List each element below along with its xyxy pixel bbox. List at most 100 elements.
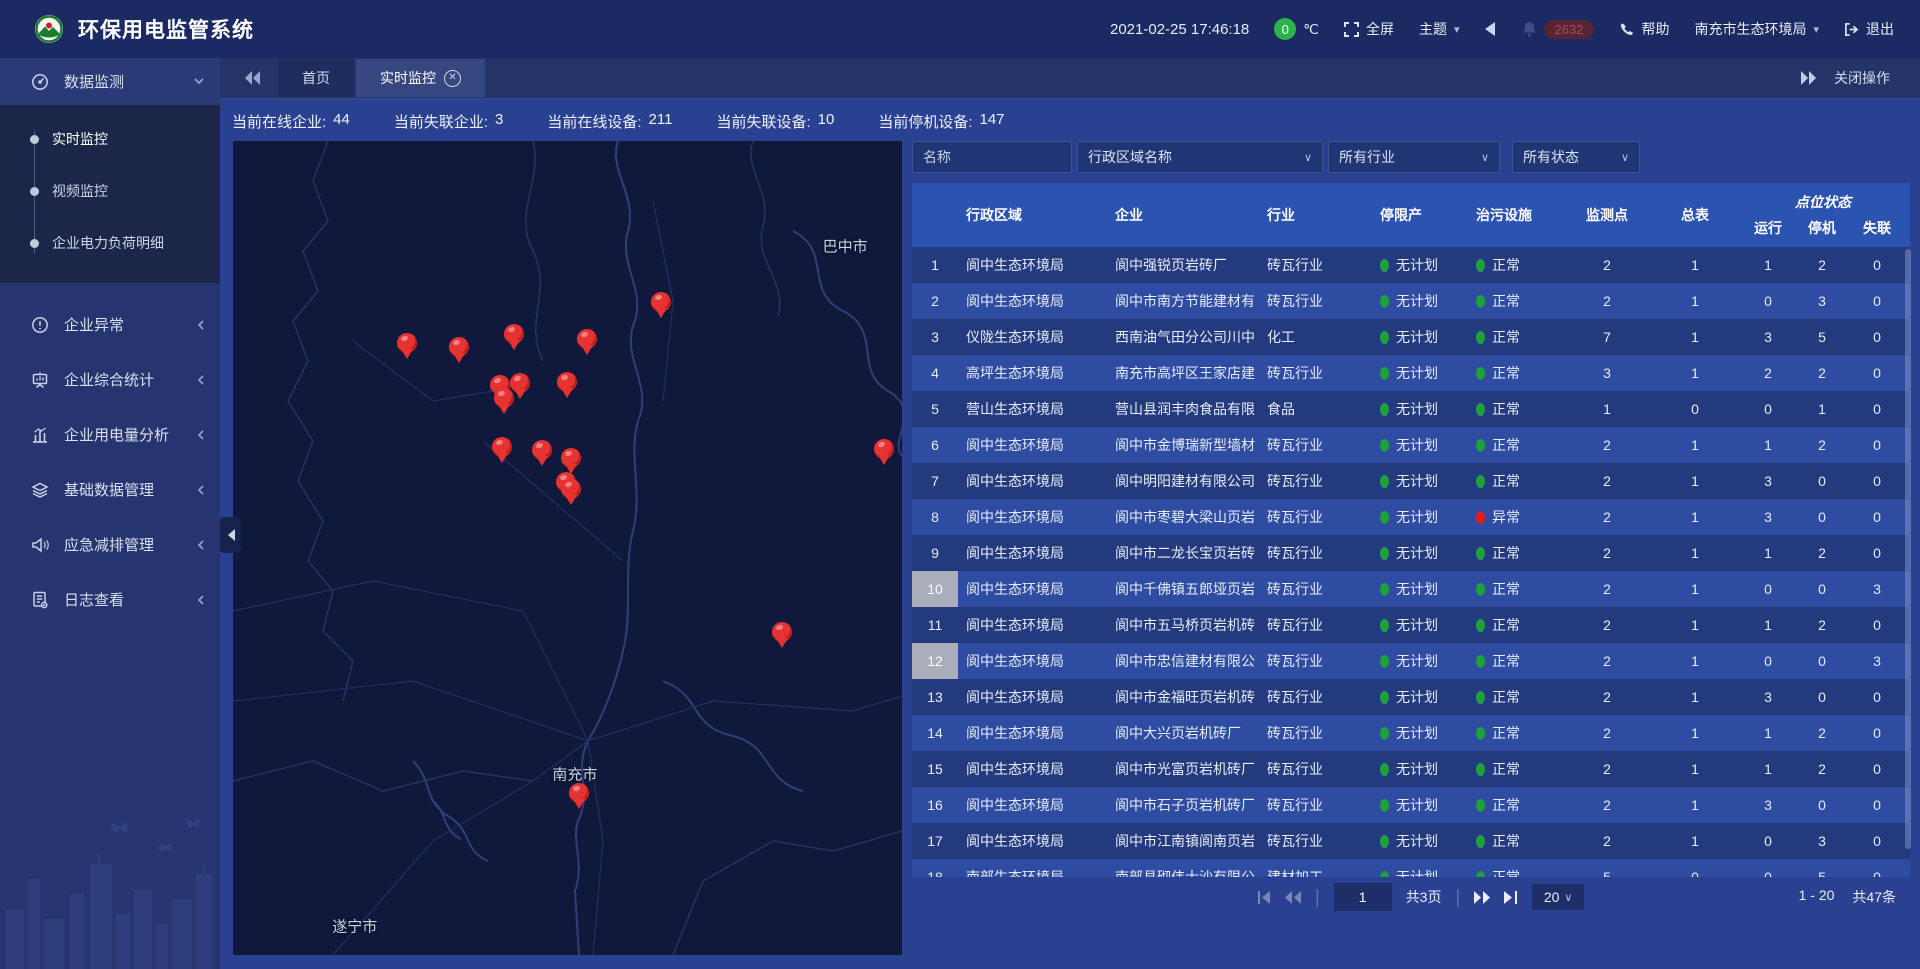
layers-icon (30, 481, 50, 499)
table-row[interactable]: 6 阆中生态环境局 阆中市金博瑞新型墙材 砖瓦行业 无计划 正常 2 1 1 2… (912, 427, 1910, 463)
last-page-button[interactable] (1504, 891, 1518, 904)
first-page-button[interactable] (1257, 891, 1271, 904)
close-operations-button[interactable]: 关闭操作 (1834, 68, 1890, 88)
cell-stop: 3 (1796, 293, 1848, 309)
industry-select[interactable]: 所有行业∨ (1328, 141, 1500, 173)
sidebar-item-power-load-detail[interactable]: 企业电力负荷明细 (0, 217, 220, 269)
mute-button[interactable] (1485, 22, 1497, 36)
prev-page-button[interactable] (1285, 891, 1301, 904)
cell-limit: 无计划 (1380, 327, 1476, 347)
cell-lost: 0 (1848, 545, 1906, 561)
tab-home[interactable]: 首页 (278, 59, 354, 97)
logout-button[interactable]: 退出 (1844, 19, 1894, 39)
cell-run: 3 (1740, 329, 1796, 345)
cell-facility: 正常 (1476, 471, 1564, 491)
table-row[interactable]: 2 阆中生态环境局 阆中市南方节能建材有 砖瓦行业 无计划 正常 2 1 0 3… (912, 283, 1910, 319)
status-dot-icon (1380, 763, 1389, 776)
sidebar-item-data-monitoring[interactable]: 数据监测 (0, 58, 220, 105)
chevron-left-icon (197, 485, 204, 495)
notifications[interactable]: 2632 (1522, 20, 1595, 39)
stat-value: 3 (495, 111, 503, 132)
region-select[interactable]: 行政区域名称∨ (1077, 141, 1323, 173)
sidebar-item-enterprise-abnormal[interactable]: 企业异常 (0, 297, 220, 352)
table-row[interactable]: 3 仪陇生态环境局 西南油气田分公司川中 化工 无计划 正常 7 1 3 5 0 (912, 319, 1910, 355)
cell-company: 阆中市南方节能建材有 (1108, 291, 1260, 311)
org-dropdown[interactable]: 南充市生态环境局▾ (1694, 19, 1819, 39)
table-row[interactable]: 16 阆中生态环境局 阆中市石子页岩机砖厂 砖瓦行业 无计划 正常 2 1 3 … (912, 787, 1910, 823)
chevron-left-icon (197, 375, 204, 385)
table-header: 行政区域 企业 行业 停限产 治污设施 监测点 总表 点位状态 运行 停机 失联 (912, 183, 1910, 247)
table-row[interactable]: 14 阆中生态环境局 阆中大兴页岩机砖厂 砖瓦行业 无计划 正常 2 1 1 2… (912, 715, 1910, 751)
page-number-input[interactable] (1334, 883, 1392, 911)
status-dot-icon (1476, 259, 1485, 272)
cell-company: 阆中市江南镇阆南页岩 (1108, 831, 1260, 851)
cell-stop: 5 (1796, 329, 1848, 345)
cell-run: 0 (1740, 833, 1796, 849)
table-row[interactable]: 4 高坪生态环境局 南充市高坪区王家店建 砖瓦行业 无计划 正常 3 1 2 2… (912, 355, 1910, 391)
sidebar-item-enterprise-statistics[interactable]: 企业综合统计 (0, 352, 220, 407)
tab-realtime-monitoring[interactable]: 实时监控 ✕ (356, 59, 485, 97)
table-row[interactable]: 5 营山生态环境局 营山县润丰肉食品有限 食品 无计划 正常 1 0 0 1 0 (912, 391, 1910, 427)
sidebar-item-realtime-monitoring[interactable]: 实时监控 (0, 113, 220, 165)
map-labels-layer: 巴中市南充市遂宁市 (233, 141, 902, 955)
sidebar-item-video-monitoring[interactable]: 视频监控 (0, 165, 220, 217)
next-page-button[interactable] (1474, 891, 1490, 904)
cell-total: 1 (1650, 653, 1740, 669)
stats-board-icon (30, 371, 50, 389)
tab-close-icon[interactable]: ✕ (444, 70, 461, 87)
status-dot-icon (1380, 547, 1389, 560)
stat-item: 当前失联设备: 10 (716, 111, 834, 132)
row-number: 18 (912, 859, 958, 877)
table-row[interactable]: 10 阆中生态环境局 阆中千佛镇五郎垭页岩 砖瓦行业 无计划 正常 2 1 0 … (912, 571, 1910, 607)
sidebar-item-emergency-reduction[interactable]: 应急减排管理 (0, 517, 220, 572)
cell-total: 1 (1650, 509, 1740, 525)
help-button[interactable]: 帮助 (1619, 19, 1669, 39)
col-group-label: 点位状态 (1740, 192, 1906, 212)
table-row[interactable]: 15 阆中生态环境局 阆中市光富页岩机砖厂 砖瓦行业 无计划 正常 2 1 1 … (912, 751, 1910, 787)
cell-region: 阆中生态环境局 (958, 687, 1108, 707)
temperature: 0 ℃ (1274, 18, 1319, 40)
table-scrollbar[interactable] (1905, 249, 1911, 849)
name-search-input[interactable] (912, 141, 1072, 173)
col-limit: 停限产 (1380, 183, 1476, 247)
last-page-icon (1504, 891, 1518, 904)
cell-run: 3 (1740, 689, 1796, 705)
cell-facility: 正常 (1476, 291, 1564, 311)
status-select[interactable]: 所有状态∨ (1512, 141, 1640, 173)
table-row[interactable]: 9 阆中生态环境局 阆中市二龙长宝页岩砖 砖瓦行业 无计划 正常 2 1 1 2… (912, 535, 1910, 571)
tab-scroll-left-button[interactable] (238, 71, 268, 85)
tab-bar: 首页 实时监控 ✕ 关闭操作 (220, 58, 1920, 100)
cell-industry: 砖瓦行业 (1260, 471, 1380, 491)
cell-stop: 2 (1796, 437, 1848, 453)
page-size-select[interactable]: 20∨ (1532, 884, 1584, 910)
sidebar-item-electricity-analysis[interactable]: 企业用电量分析 (0, 407, 220, 462)
table-row[interactable]: 7 阆中生态环境局 阆中明阳建材有限公司 砖瓦行业 无计划 正常 2 1 3 0… (912, 463, 1910, 499)
table-row[interactable]: 1 阆中生态环境局 阆中强锐页岩砖厂 砖瓦行业 无计划 正常 2 1 1 2 0 (912, 247, 1910, 283)
table-row[interactable]: 8 阆中生态环境局 阆中市枣碧大梁山页岩 砖瓦行业 无计划 异常 2 1 3 0… (912, 499, 1910, 535)
table-body: 1 阆中生态环境局 阆中强锐页岩砖厂 砖瓦行业 无计划 正常 2 1 1 2 0 (912, 247, 1910, 877)
sidebar-collapse-handle[interactable] (220, 517, 241, 553)
status-dot-icon (1380, 691, 1389, 704)
map-panel[interactable]: 巴中市南充市遂宁市 (233, 141, 902, 955)
pagination-controls: | 共3页 | 20∨ (1257, 883, 1584, 911)
table-row[interactable]: 18 南部生态环境局 南部县砌伟士沙有限公 建材加工 无计划 正常 5 0 0 … (912, 859, 1910, 877)
table-row[interactable]: 12 阆中生态环境局 阆中市忠信建材有限公 砖瓦行业 无计划 正常 2 1 0 … (912, 643, 1910, 679)
double-chevron-right-icon[interactable] (1800, 71, 1816, 85)
row-number: 3 (912, 319, 958, 355)
sidebar-item-base-data[interactable]: 基础数据管理 (0, 462, 220, 517)
theme-dropdown[interactable]: 主题▾ (1419, 19, 1460, 39)
table-row[interactable]: 13 阆中生态环境局 阆中市金福旺页岩机砖 砖瓦行业 无计划 正常 2 1 3 … (912, 679, 1910, 715)
row-number: 6 (912, 427, 958, 463)
table-row[interactable]: 11 阆中生态环境局 阆中市五马桥页岩机砖 砖瓦行业 无计划 正常 2 1 1 … (912, 607, 1910, 643)
cell-lost: 0 (1848, 617, 1906, 633)
table-row[interactable]: 17 阆中生态环境局 阆中市江南镇阆南页岩 砖瓦行业 无计划 正常 2 1 0 … (912, 823, 1910, 859)
cell-total: 0 (1650, 401, 1740, 417)
fullscreen-button[interactable]: 全屏 (1344, 19, 1394, 39)
cell-region: 阆中生态环境局 (958, 831, 1108, 851)
row-number: 9 (912, 535, 958, 571)
cell-run: 1 (1740, 761, 1796, 777)
cell-region: 阆中生态环境局 (958, 543, 1108, 563)
sidebar-item-log-view[interactable]: 日志查看 (0, 572, 220, 627)
cell-lost: 0 (1848, 869, 1906, 877)
cell-run: 1 (1740, 725, 1796, 741)
